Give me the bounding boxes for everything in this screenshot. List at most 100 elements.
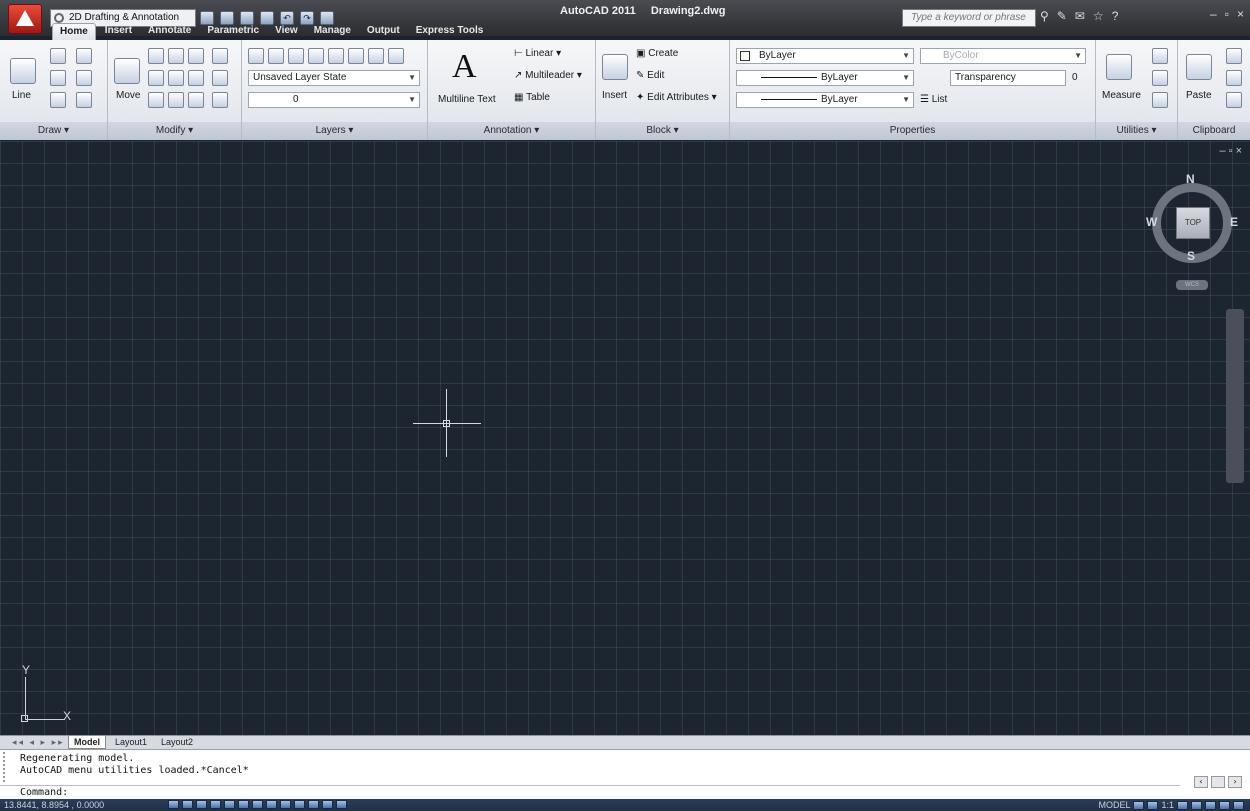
- scroll-right-icon[interactable]: ›: [1228, 776, 1242, 788]
- line-button-label[interactable]: Line: [12, 90, 31, 101]
- move-icon[interactable]: [114, 58, 140, 84]
- restore-icon[interactable]: ▫: [1225, 7, 1229, 21]
- favorites-icon[interactable]: ☆: [1093, 9, 1104, 23]
- insert-button-label[interactable]: Insert: [602, 90, 627, 101]
- ellipse-icon[interactable]: [50, 92, 66, 108]
- quick-select-icon[interactable]: [1152, 48, 1168, 64]
- copy-icon[interactable]: [148, 48, 164, 64]
- line-icon[interactable]: [10, 58, 36, 84]
- tab-view[interactable]: View: [268, 23, 305, 40]
- offset-icon[interactable]: [188, 92, 204, 108]
- snap-mode-icon[interactable]: [168, 800, 179, 809]
- binoculars-icon[interactable]: ⚲: [1040, 9, 1049, 23]
- drawing-area[interactable]: – ▫ × TOP N S E W WCS Y X: [0, 141, 1250, 735]
- copy-clip-icon[interactable]: [1226, 70, 1242, 86]
- communication-icon[interactable]: ✉: [1075, 9, 1085, 23]
- layer-unlock-icon[interactable]: [388, 48, 404, 64]
- tab-output[interactable]: Output: [360, 23, 407, 40]
- layer-lock-icon[interactable]: [368, 48, 384, 64]
- polar-tracking-icon[interactable]: [210, 800, 221, 809]
- 3d-object-snap-icon[interactable]: [238, 800, 249, 809]
- match-properties-icon[interactable]: [1226, 92, 1242, 108]
- rectangle-icon[interactable]: [76, 70, 92, 86]
- wcs-menu[interactable]: WCS: [1176, 280, 1208, 290]
- navigation-bar[interactable]: [1226, 309, 1244, 483]
- isolate-objects-icon[interactable]: [1219, 800, 1230, 810]
- layer-isolate-icon[interactable]: [268, 48, 284, 64]
- calculator-icon[interactable]: [1152, 92, 1168, 108]
- edit-block-button[interactable]: ✎ Edit: [636, 70, 664, 81]
- viewport-controls[interactable]: – ▫ ×: [1219, 145, 1242, 157]
- layer-state-dropdown[interactable]: Unsaved Layer State ▼: [248, 70, 420, 86]
- layer-properties-icon[interactable]: [248, 48, 264, 64]
- current-layer-dropdown[interactable]: 0 ▼: [248, 92, 420, 108]
- dynamic-ucs-icon[interactable]: [266, 800, 277, 809]
- layer-previous-icon[interactable]: [348, 48, 364, 64]
- grid-display-icon[interactable]: [182, 800, 193, 809]
- subscription-icon[interactable]: ✎: [1057, 9, 1067, 23]
- lineweight-dropdown[interactable]: ByLayer ▼: [736, 70, 914, 86]
- layer-off-icon[interactable]: [308, 48, 324, 64]
- tab-home[interactable]: Home: [52, 23, 96, 40]
- block-panel-title[interactable]: Block ▾: [596, 122, 729, 140]
- rotate-icon[interactable]: [168, 48, 184, 64]
- modify-panel-title[interactable]: Modify ▾: [108, 122, 241, 140]
- tab-manage[interactable]: Manage: [307, 23, 358, 40]
- command-line-grip[interactable]: [3, 752, 13, 782]
- arc-icon[interactable]: [76, 48, 92, 64]
- mirror-icon[interactable]: [188, 70, 204, 86]
- linear-dimension-button[interactable]: ⊢ Linear ▾: [514, 48, 561, 59]
- minimize-icon[interactable]: –: [1210, 7, 1217, 21]
- tab-insert[interactable]: Insert: [98, 23, 139, 40]
- quick-view-drawings-icon[interactable]: [1147, 800, 1159, 810]
- tab-annotate[interactable]: Annotate: [141, 23, 198, 40]
- selection-cycling-icon[interactable]: [336, 800, 347, 809]
- polyline-icon[interactable]: [50, 48, 66, 64]
- layer-freeze-icon[interactable]: [288, 48, 304, 64]
- tab-model[interactable]: Model: [68, 736, 106, 749]
- compass-north[interactable]: N: [1186, 172, 1195, 186]
- quick-properties-icon[interactable]: [322, 800, 333, 809]
- draw-panel-title[interactable]: Draw ▾: [0, 122, 107, 140]
- object-snap-icon[interactable]: [224, 800, 235, 809]
- compass-south[interactable]: S: [1187, 249, 1195, 263]
- layer-match-icon[interactable]: [328, 48, 344, 64]
- paste-button-label[interactable]: Paste: [1186, 90, 1212, 101]
- dynamic-input-icon[interactable]: [280, 800, 291, 809]
- compass-east[interactable]: E: [1230, 215, 1238, 229]
- scroll-thumb[interactable]: [1211, 776, 1225, 788]
- paste-icon[interactable]: [1186, 54, 1212, 80]
- annotation-panel-title[interactable]: Annotation ▾: [428, 122, 595, 140]
- layout-tab-navigation[interactable]: ◂◂ ◂ ▸ ▸▸: [12, 737, 65, 748]
- edit-attributes-button[interactable]: ✦ Edit Attributes ▾: [636, 92, 717, 103]
- clean-screen-icon[interactable]: [1233, 800, 1244, 810]
- stretch-icon[interactable]: [148, 70, 164, 86]
- measure-icon[interactable]: [1106, 54, 1132, 80]
- close-icon[interactable]: ×: [1237, 7, 1244, 21]
- utilities-panel-title[interactable]: Utilities ▾: [1096, 122, 1177, 140]
- coordinate-readout[interactable]: 13.8441, 8.8954 , 0.0000: [4, 799, 104, 811]
- transparency-field[interactable]: Transparency: [950, 70, 1066, 86]
- create-block-button[interactable]: ▣ Create: [636, 48, 678, 59]
- trim-icon[interactable]: [188, 48, 204, 64]
- explode-icon[interactable]: [212, 92, 228, 108]
- multiline-text-icon[interactable]: A: [452, 48, 477, 86]
- extend-icon[interactable]: [212, 70, 228, 86]
- circle-icon[interactable]: [50, 70, 66, 86]
- transparency-toggle-icon[interactable]: [308, 800, 319, 809]
- tab-layout1[interactable]: Layout1: [110, 736, 152, 749]
- help-icon[interactable]: ?: [1112, 9, 1119, 23]
- multileader-button[interactable]: ↗ Multileader ▾: [514, 70, 582, 81]
- tab-layout2[interactable]: Layout2: [156, 736, 198, 749]
- plot-style-dropdown[interactable]: ByColor ▼: [920, 48, 1086, 64]
- scale-icon[interactable]: [168, 70, 184, 86]
- lock-icon[interactable]: [1205, 800, 1216, 810]
- annotation-scale[interactable]: 1:1: [1161, 800, 1174, 810]
- multiline-text-button-label[interactable]: Multiline Text: [438, 94, 496, 105]
- linetype-dropdown[interactable]: ByLayer ▼: [736, 92, 914, 108]
- array-icon[interactable]: [168, 92, 184, 108]
- ortho-mode-icon[interactable]: [196, 800, 207, 809]
- object-snap-tracking-icon[interactable]: [252, 800, 263, 809]
- list-button[interactable]: ☰ List: [920, 94, 947, 105]
- erase-icon[interactable]: [212, 48, 228, 64]
